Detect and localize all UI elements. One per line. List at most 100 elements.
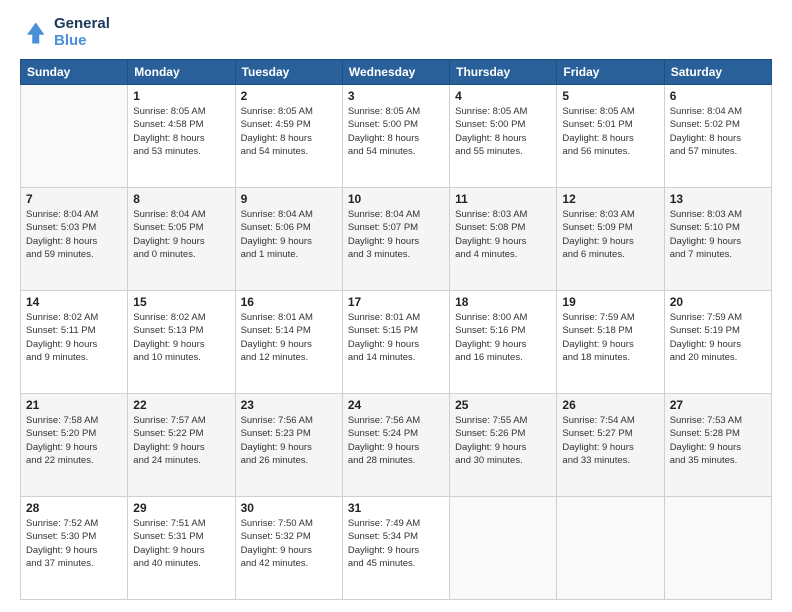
table-row: 31 Sunrise: 7:49 AM Sunset: 5:34 PM Dayli…: [342, 497, 449, 600]
col-header-saturday: Saturday: [664, 60, 771, 85]
calendar-table: SundayMondayTuesdayWednesdayThursdayFrid…: [20, 59, 772, 600]
day-info: Sunrise: 8:02 AM Sunset: 5:13 PM Dayligh…: [133, 311, 229, 364]
day-info: Sunrise: 8:05 AM Sunset: 5:00 PM Dayligh…: [348, 105, 444, 158]
day-info: Sunrise: 7:54 AM Sunset: 5:27 PM Dayligh…: [562, 414, 658, 467]
table-row: 24 Sunrise: 7:56 AM Sunset: 5:24 PM Dayli…: [342, 394, 449, 497]
day-number: 18: [455, 295, 551, 309]
day-info: Sunrise: 7:49 AM Sunset: 5:34 PM Dayligh…: [348, 517, 444, 570]
table-row: 21 Sunrise: 7:58 AM Sunset: 5:20 PM Dayli…: [21, 394, 128, 497]
day-info: Sunrise: 8:05 AM Sunset: 5:00 PM Dayligh…: [455, 105, 551, 158]
day-info: Sunrise: 8:04 AM Sunset: 5:03 PM Dayligh…: [26, 208, 122, 261]
day-info: Sunrise: 8:01 AM Sunset: 5:15 PM Dayligh…: [348, 311, 444, 364]
day-info: Sunrise: 8:05 AM Sunset: 5:01 PM Dayligh…: [562, 105, 658, 158]
table-row: 27 Sunrise: 7:53 AM Sunset: 5:28 PM Dayli…: [664, 394, 771, 497]
day-info: Sunrise: 7:51 AM Sunset: 5:31 PM Dayligh…: [133, 517, 229, 570]
day-number: 16: [241, 295, 337, 309]
col-header-tuesday: Tuesday: [235, 60, 342, 85]
table-row: 3 Sunrise: 8:05 AM Sunset: 5:00 PM Daylig…: [342, 85, 449, 188]
day-info: Sunrise: 7:52 AM Sunset: 5:30 PM Dayligh…: [26, 517, 122, 570]
col-header-wednesday: Wednesday: [342, 60, 449, 85]
day-number: 26: [562, 398, 658, 412]
table-row: [450, 497, 557, 600]
col-header-thursday: Thursday: [450, 60, 557, 85]
day-info: Sunrise: 8:04 AM Sunset: 5:05 PM Dayligh…: [133, 208, 229, 261]
day-info: Sunrise: 7:55 AM Sunset: 5:26 PM Dayligh…: [455, 414, 551, 467]
day-info: Sunrise: 8:03 AM Sunset: 5:09 PM Dayligh…: [562, 208, 658, 261]
col-header-friday: Friday: [557, 60, 664, 85]
day-number: 22: [133, 398, 229, 412]
day-number: 27: [670, 398, 766, 412]
day-number: 7: [26, 192, 122, 206]
table-row: 14Sunrise: 8:02 AM Sunset: 5:11 PM Dayli…: [21, 291, 128, 394]
day-number: 24: [348, 398, 444, 412]
table-row: 28 Sunrise: 7:52 AM Sunset: 5:30 PM Dayli…: [21, 497, 128, 600]
table-row: 17 Sunrise: 8:01 AM Sunset: 5:15 PM Dayli…: [342, 291, 449, 394]
table-row: 20Sunrise: 7:59 AM Sunset: 5:19 PM Dayli…: [664, 291, 771, 394]
table-row: 8 Sunrise: 8:04 AM Sunset: 5:05 PM Daylig…: [128, 188, 235, 291]
table-row: 29 Sunrise: 7:51 AM Sunset: 5:31 PM Dayli…: [128, 497, 235, 600]
day-number: 6: [670, 89, 766, 103]
day-info: Sunrise: 7:56 AM Sunset: 5:24 PM Dayligh…: [348, 414, 444, 467]
day-info: Sunrise: 7:56 AM Sunset: 5:23 PM Dayligh…: [241, 414, 337, 467]
day-number: 13: [670, 192, 766, 206]
table-row: 18Sunrise: 8:00 AM Sunset: 5:16 PM Dayli…: [450, 291, 557, 394]
day-info: Sunrise: 8:05 AM Sunset: 4:58 PM Dayligh…: [133, 105, 229, 158]
day-number: 1: [133, 89, 229, 103]
day-number: 21: [26, 398, 122, 412]
day-info: Sunrise: 7:50 AM Sunset: 5:32 PM Dayligh…: [241, 517, 337, 570]
day-number: 30: [241, 501, 337, 515]
col-header-sunday: Sunday: [21, 60, 128, 85]
day-number: 4: [455, 89, 551, 103]
table-row: 9 Sunrise: 8:04 AM Sunset: 5:06 PM Daylig…: [235, 188, 342, 291]
day-number: 29: [133, 501, 229, 515]
table-row: 12Sunrise: 8:03 AM Sunset: 5:09 PM Dayli…: [557, 188, 664, 291]
day-number: 11: [455, 192, 551, 206]
day-info: Sunrise: 8:03 AM Sunset: 5:08 PM Dayligh…: [455, 208, 551, 261]
logo-blue-text: Blue: [54, 33, 110, 50]
day-info: Sunrise: 7:58 AM Sunset: 5:20 PM Dayligh…: [26, 414, 122, 467]
day-number: 14: [26, 295, 122, 309]
day-info: Sunrise: 7:57 AM Sunset: 5:22 PM Dayligh…: [133, 414, 229, 467]
page: General Blue SundayMondayTuesdayWednesda…: [0, 0, 792, 612]
day-info: Sunrise: 7:53 AM Sunset: 5:28 PM Dayligh…: [670, 414, 766, 467]
day-number: 28: [26, 501, 122, 515]
table-row: 16 Sunrise: 8:01 AM Sunset: 5:14 PM Dayli…: [235, 291, 342, 394]
table-row: 11 Sunrise: 8:03 AM Sunset: 5:08 PM Dayli…: [450, 188, 557, 291]
day-number: 5: [562, 89, 658, 103]
table-row: 25 Sunrise: 7:55 AM Sunset: 5:26 PM Dayli…: [450, 394, 557, 497]
day-info: Sunrise: 8:04 AM Sunset: 5:02 PM Dayligh…: [670, 105, 766, 158]
table-row: 26 Sunrise: 7:54 AM Sunset: 5:27 PM Dayli…: [557, 394, 664, 497]
col-header-monday: Monday: [128, 60, 235, 85]
table-row: 13 Sunrise: 8:03 AM Sunset: 5:10 PM Dayli…: [664, 188, 771, 291]
day-number: 2: [241, 89, 337, 103]
day-info: Sunrise: 8:01 AM Sunset: 5:14 PM Dayligh…: [241, 311, 337, 364]
table-row: 6 Sunrise: 8:04 AM Sunset: 5:02 PM Daylig…: [664, 85, 771, 188]
day-number: 8: [133, 192, 229, 206]
day-number: 10: [348, 192, 444, 206]
day-number: 3: [348, 89, 444, 103]
table-row: [21, 85, 128, 188]
day-number: 17: [348, 295, 444, 309]
day-info: Sunrise: 7:59 AM Sunset: 5:19 PM Dayligh…: [670, 311, 766, 364]
table-row: 1 Sunrise: 8:05 AM Sunset: 4:58 PM Daylig…: [128, 85, 235, 188]
table-row: 4 Sunrise: 8:05 AM Sunset: 5:00 PM Daylig…: [450, 85, 557, 188]
logo: General Blue: [20, 16, 110, 49]
day-info: Sunrise: 8:03 AM Sunset: 5:10 PM Dayligh…: [670, 208, 766, 261]
day-number: 9: [241, 192, 337, 206]
day-info: Sunrise: 8:04 AM Sunset: 5:07 PM Dayligh…: [348, 208, 444, 261]
table-row: [664, 497, 771, 600]
table-row: 15Sunrise: 8:02 AM Sunset: 5:13 PM Dayli…: [128, 291, 235, 394]
day-number: 23: [241, 398, 337, 412]
day-info: Sunrise: 8:04 AM Sunset: 5:06 PM Dayligh…: [241, 208, 337, 261]
table-row: 10 Sunrise: 8:04 AM Sunset: 5:07 PM Dayli…: [342, 188, 449, 291]
table-row: 2Sunrise: 8:05 AM Sunset: 4:59 PM Daylig…: [235, 85, 342, 188]
general-blue-logo-icon: [20, 19, 48, 47]
day-number: 31: [348, 501, 444, 515]
table-row: 5 Sunrise: 8:05 AM Sunset: 5:01 PM Daylig…: [557, 85, 664, 188]
day-number: 25: [455, 398, 551, 412]
table-row: 19Sunrise: 7:59 AM Sunset: 5:18 PM Dayli…: [557, 291, 664, 394]
table-row: 22 Sunrise: 7:57 AM Sunset: 5:22 PM Dayli…: [128, 394, 235, 497]
table-row: 30 Sunrise: 7:50 AM Sunset: 5:32 PM Dayli…: [235, 497, 342, 600]
header: General Blue: [20, 16, 772, 49]
table-row: [557, 497, 664, 600]
